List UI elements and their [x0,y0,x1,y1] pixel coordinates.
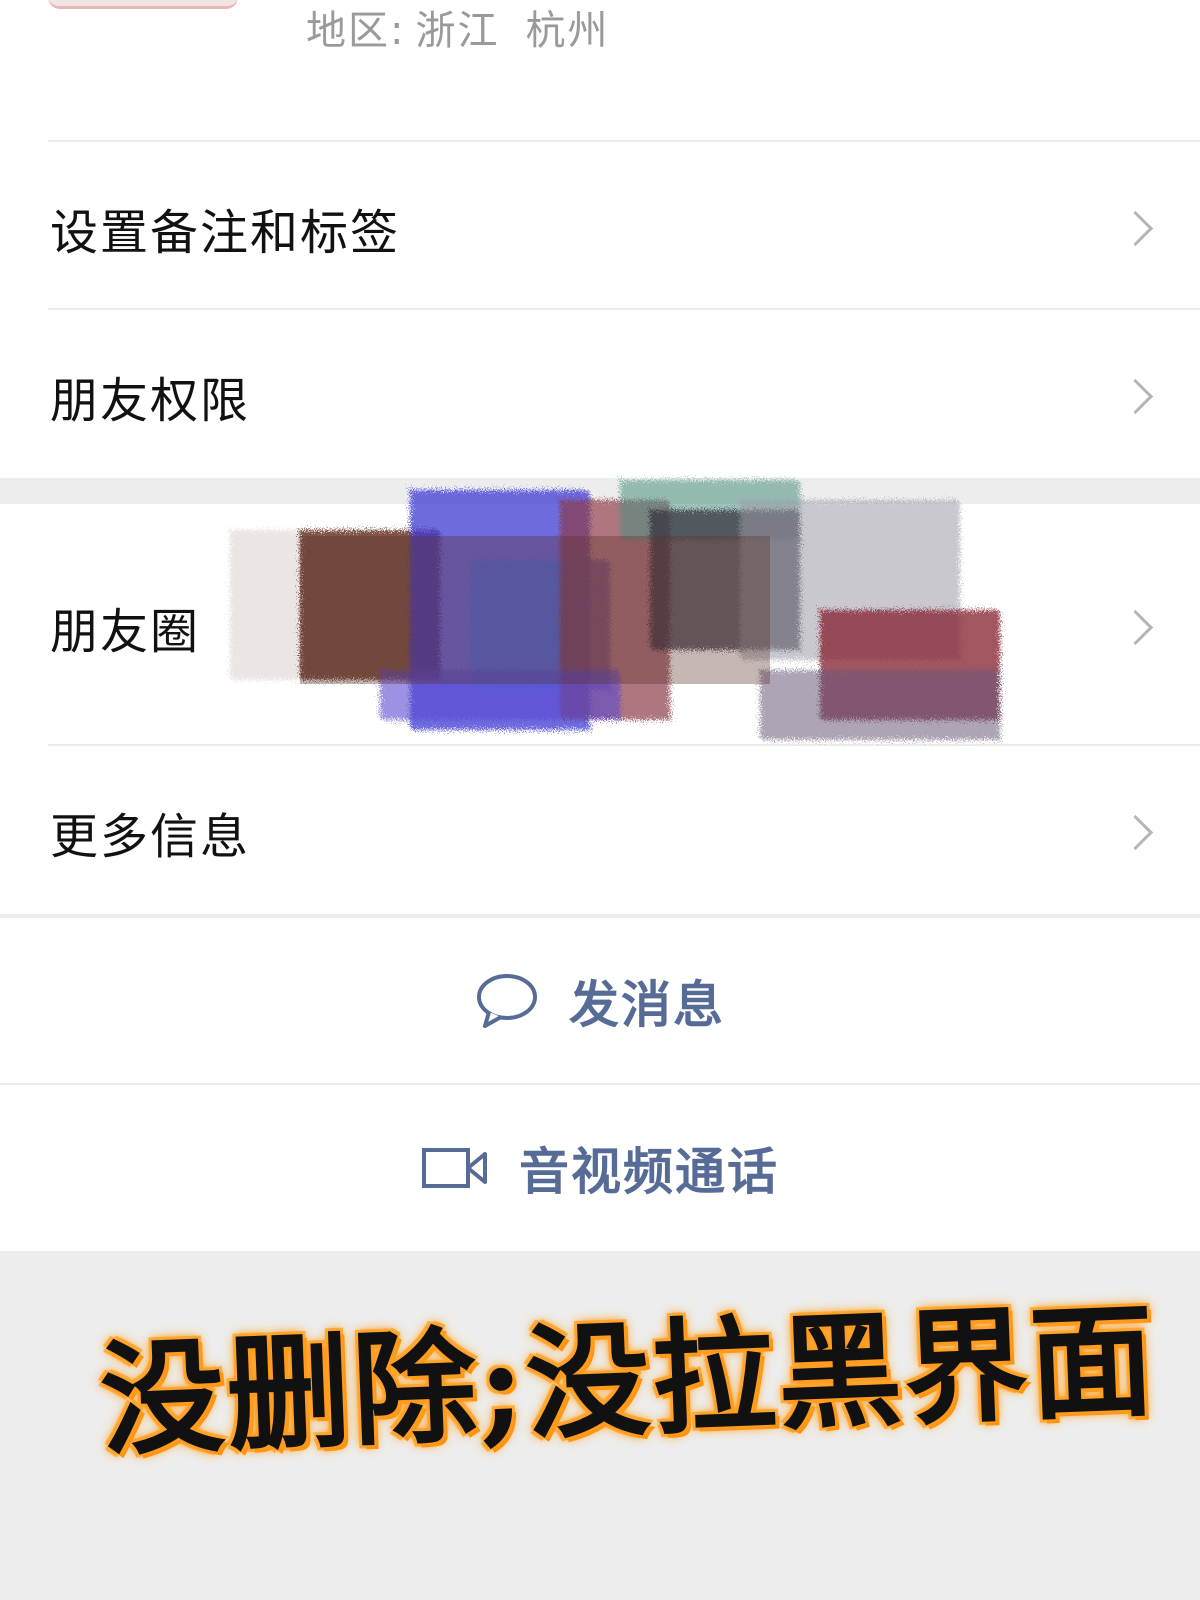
chat-bubble-icon [477,974,537,1028]
avatar[interactable] [48,0,238,9]
chevron-right-icon [1117,609,1154,646]
send-message-label: 发消息 [569,976,725,1034]
region-info: 地区: 浙江 杭州 [306,0,609,54]
av-call-button[interactable]: 音视频通话 [0,1085,1200,1251]
menu-item-label: 更多信息 [50,809,251,865]
profile-card: 地区: 浙江 杭州 设置备注和标签 朋友权限 [0,0,1200,478]
video-camera-icon [422,1148,487,1188]
chevron-right-icon [1117,210,1154,247]
chevron-right-icon [1117,378,1154,415]
menu-item-label: 朋友圈 [50,604,201,660]
region-province: 浙江 [415,8,500,54]
menu-item-remarks-tags[interactable]: 设置备注和标签 [0,148,1200,308]
redaction-scribble [230,480,1000,740]
divider [48,140,1200,142]
chevron-right-icon [1117,814,1154,851]
menu-item-label: 设置备注和标签 [50,205,401,261]
av-call-label: 音视频通话 [519,1143,779,1201]
overlay-caption: 没删除;没拉黑界面 [97,1288,1159,1474]
region-label: 地区: [306,8,406,54]
region-city: 杭州 [525,8,610,54]
divider [48,308,1200,310]
send-message-button[interactable]: 发消息 [0,918,1200,1084]
menu-item-friend-permissions[interactable]: 朋友权限 [0,316,1200,476]
menu-item-more-info[interactable]: 更多信息 [0,752,1200,912]
menu-item-label: 朋友权限 [50,373,251,429]
